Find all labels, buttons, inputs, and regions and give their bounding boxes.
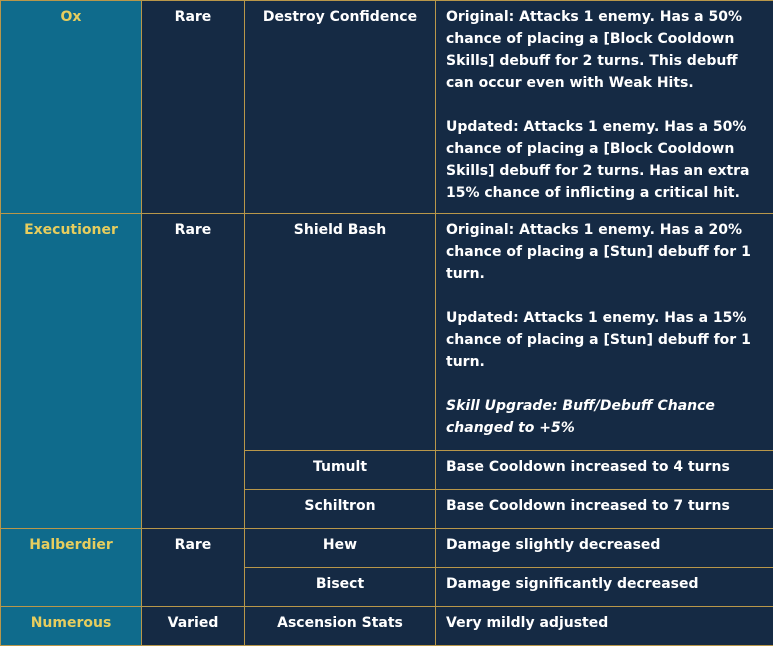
champion-name-halberdier: Halberdier xyxy=(1,529,142,607)
skill-schiltron: Schiltron xyxy=(245,490,436,529)
description-ascension-stats: Very mildly adjusted xyxy=(436,607,773,646)
rarity-halberdier: Rare xyxy=(142,529,245,607)
champion-name-executioner: Executioner xyxy=(1,214,142,529)
skill-ascension-stats: Ascension Stats xyxy=(245,607,436,646)
rarity-numerous: Varied xyxy=(142,607,245,646)
original-label: Original: xyxy=(446,9,514,25)
rarity-executioner: Rare xyxy=(142,214,245,529)
skill-bisect: Bisect xyxy=(245,568,436,607)
updated-label: Updated: xyxy=(446,119,519,135)
skill-upgrade-note: Skill Upgrade: Buff/Debuff Chance change… xyxy=(446,395,763,439)
original-description: Original: Attacks 1 enemy. Has a 20% cha… xyxy=(446,219,763,285)
rarity-ox: Rare xyxy=(142,1,245,214)
updated-label: Updated: xyxy=(446,310,519,326)
skill-destroy-confidence: Destroy Confidence xyxy=(245,1,436,214)
description-schiltron: Base Cooldown increased to 7 turns xyxy=(436,490,773,529)
updated-description: Updated: Attacks 1 enemy. Has a 50% chan… xyxy=(446,116,763,204)
description-shield-bash: Original: Attacks 1 enemy. Has a 20% cha… xyxy=(436,214,773,451)
description-tumult: Base Cooldown increased to 4 turns xyxy=(436,451,773,490)
description-hew: Damage slightly decreased xyxy=(436,529,773,568)
original-description: Original: Attacks 1 enemy. Has a 50% cha… xyxy=(446,6,763,94)
skill-tumult: Tumult xyxy=(245,451,436,490)
champion-name-ox: Ox xyxy=(1,1,142,214)
original-label: Original: xyxy=(446,222,514,238)
skill-hew: Hew xyxy=(245,529,436,568)
table-row-ox: Ox Rare Destroy Confidence Original: Att… xyxy=(1,1,773,214)
table-row-halberdier-hew: Halberdier Rare Hew Damage slightly decr… xyxy=(1,529,773,568)
description-bisect: Damage significantly decreased xyxy=(436,568,773,607)
champion-name-numerous: Numerous xyxy=(1,607,142,646)
skill-shield-bash: Shield Bash xyxy=(245,214,436,451)
table-row-executioner-shield-bash: Executioner Rare Shield Bash Original: A… xyxy=(1,214,773,451)
description-destroy-confidence: Original: Attacks 1 enemy. Has a 50% cha… xyxy=(436,1,773,214)
table-row-numerous: Numerous Varied Ascension Stats Very mil… xyxy=(1,607,773,646)
updated-description: Updated: Attacks 1 enemy. Has a 15% chan… xyxy=(446,307,763,373)
champion-changes-table: Ox Rare Destroy Confidence Original: Att… xyxy=(0,0,773,646)
